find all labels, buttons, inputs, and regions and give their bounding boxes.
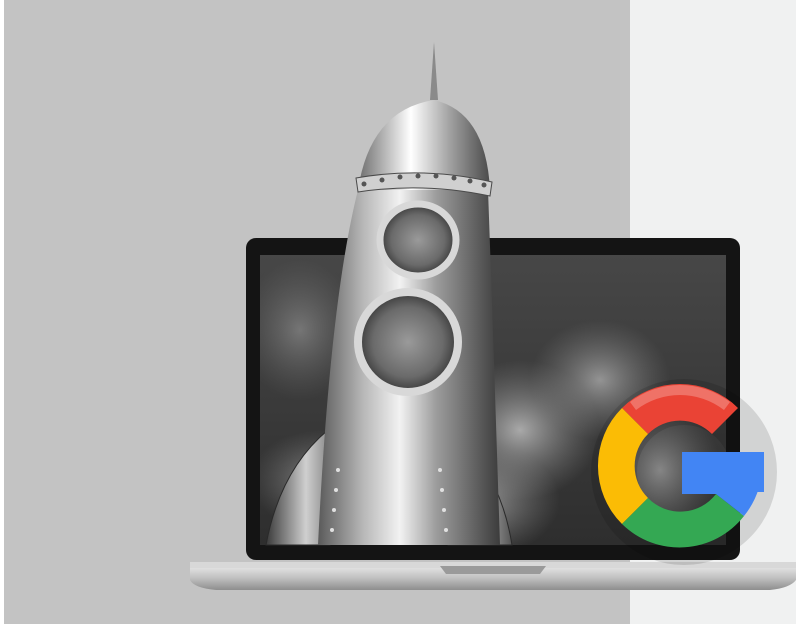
hero-illustration [0,0,796,628]
rocket-laptop-scene [4,0,796,624]
